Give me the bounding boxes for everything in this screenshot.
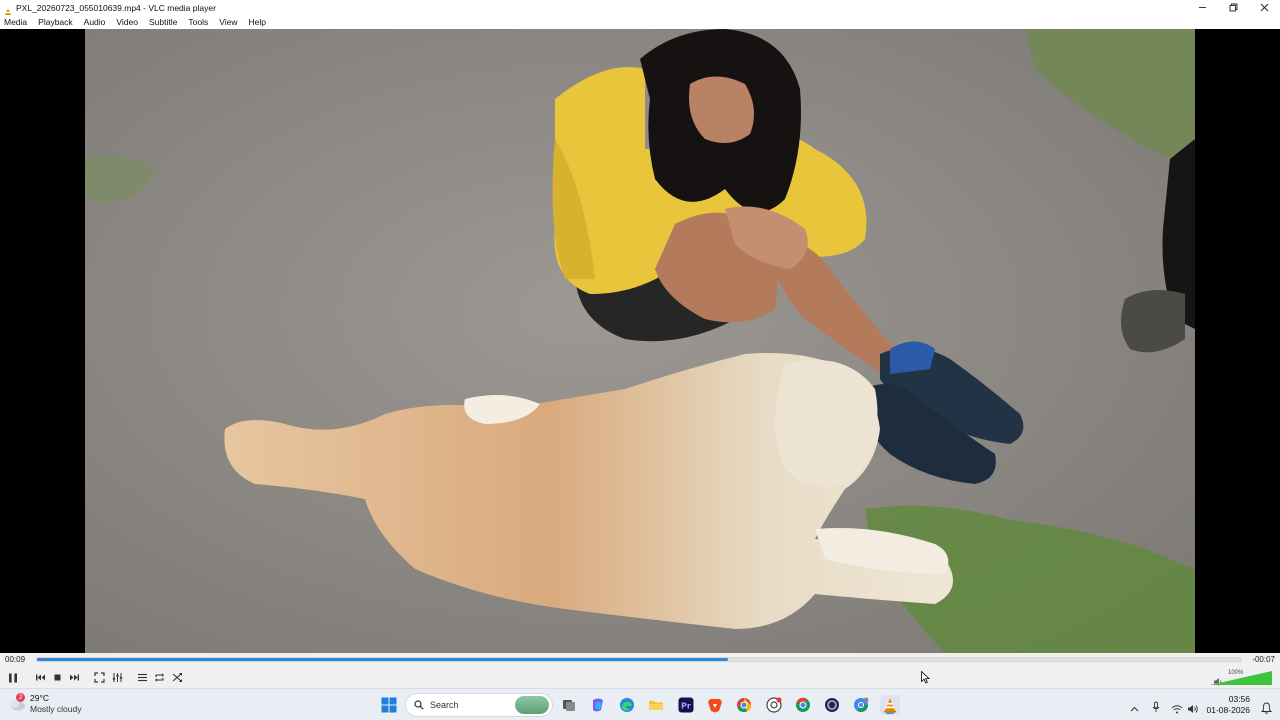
premiere-pro-icon: Pr — [678, 697, 694, 713]
edge-icon — [620, 698, 634, 712]
playlist-button[interactable] — [135, 670, 150, 685]
minimize-button[interactable] — [1187, 0, 1218, 15]
notification-bell-icon[interactable] — [1260, 699, 1273, 718]
microphone-icon[interactable] — [1151, 698, 1161, 717]
menu-video[interactable]: Video — [115, 17, 139, 27]
clock-time: 03:56 — [1228, 694, 1250, 704]
fullscreen-icon — [94, 672, 105, 683]
video-output[interactable] — [0, 29, 1280, 653]
menu-audio[interactable]: Audio — [83, 17, 107, 27]
speaker-icon[interactable] — [1187, 699, 1199, 718]
task-view-icon — [563, 700, 575, 711]
active-app-indicator — [886, 712, 894, 714]
search-placeholder: Search — [430, 700, 459, 710]
search-icon — [414, 700, 424, 710]
weather-temperature: 29°C — [30, 693, 49, 703]
menu-bar: Media Playback Audio Video Subtitle Tool… — [0, 15, 1280, 29]
brave-button[interactable] — [705, 695, 725, 715]
taskbar-search-box[interactable]: Search — [405, 693, 553, 717]
time-elapsed: 00:09 — [5, 655, 26, 664]
playback-controls — [0, 667, 1280, 688]
shuffle-button[interactable] — [170, 670, 185, 685]
loop-button[interactable] — [152, 670, 167, 685]
menu-playback[interactable]: Playback — [37, 17, 74, 27]
stop-icon — [54, 674, 61, 681]
vlc-cone-icon — [3, 3, 13, 18]
weather-widget[interactable]: 2 29°C Mostly cloudy — [8, 693, 82, 715]
shuffle-icon — [172, 673, 182, 682]
seek-progress-fill — [37, 658, 729, 661]
windows-taskbar: 2 29°C Mostly cloudy Search Pr 03:56 01-… — [0, 688, 1280, 720]
chrome-dev-button[interactable] — [851, 695, 871, 715]
windows-logo-icon — [381, 697, 397, 713]
pause-button[interactable] — [5, 670, 20, 685]
previous-button[interactable] — [33, 670, 48, 685]
brave-lion-icon — [708, 699, 722, 713]
chrome-icon — [737, 698, 751, 713]
playlist-icon — [138, 673, 147, 682]
video-frame[interactable] — [85, 29, 1195, 653]
menu-view[interactable]: View — [218, 17, 238, 27]
extended-settings-button[interactable] — [110, 670, 125, 685]
chrome-alt-button[interactable] — [793, 695, 813, 715]
obs-icon — [825, 698, 839, 712]
close-button[interactable] — [1249, 0, 1280, 15]
restore-button[interactable] — [1218, 0, 1249, 15]
chrome-button[interactable] — [734, 695, 754, 715]
time-remaining[interactable]: -00:07 — [1252, 655, 1275, 664]
folder-icon — [649, 701, 663, 710]
skip-next-icon — [70, 674, 79, 681]
next-button[interactable] — [67, 670, 82, 685]
chrome-alt-icon — [796, 697, 810, 712]
skip-previous-icon — [36, 674, 45, 681]
copilot-button[interactable] — [588, 695, 608, 715]
equalizer-sliders-icon — [112, 673, 123, 682]
pause-icon — [8, 673, 17, 682]
video-still-image — [85, 29, 1195, 653]
seek-slider[interactable] — [36, 657, 1242, 662]
wifi-icon[interactable] — [1171, 699, 1183, 718]
system-clock[interactable]: 03:56 01-08-2026 — [1207, 694, 1250, 716]
menu-tools[interactable]: Tools — [187, 17, 209, 27]
menu-media[interactable]: Media — [3, 17, 28, 27]
stop-button[interactable] — [50, 670, 65, 685]
title-bar: PXL_20260723_055010639.mp4 - VLC media p… — [0, 0, 1280, 18]
task-view-button[interactable] — [559, 695, 579, 715]
volume-percent: 100% — [1228, 670, 1244, 676]
obs-button[interactable] — [822, 695, 842, 715]
fullscreen-button[interactable] — [92, 670, 107, 685]
menu-help[interactable]: Help — [247, 17, 266, 27]
chrome-profile-button[interactable] — [764, 695, 784, 715]
edge-button[interactable] — [617, 695, 637, 715]
weather-condition: Mostly cloudy — [30, 704, 82, 714]
chrome-dev-icon — [854, 697, 869, 712]
chrome-profile-icon — [766, 697, 782, 713]
vlc-cone-icon — [884, 698, 896, 713]
clock-date: 01-08-2026 — [1206, 705, 1250, 715]
start-button[interactable] — [379, 695, 399, 715]
vlc-taskbar-button[interactable] — [880, 695, 900, 715]
svg-text:Pr: Pr — [681, 702, 691, 711]
cloudy-weather-icon: 2 — [8, 693, 26, 713]
window-title: PXL_20260723_055010639.mp4 - VLC media p… — [16, 2, 216, 13]
search-highlight-image — [515, 696, 549, 714]
copilot-icon — [593, 698, 603, 712]
seek-bar-row: 00:09 -00:07 — [0, 653, 1280, 667]
mouse-cursor-icon — [921, 669, 931, 688]
loop-icon — [155, 673, 164, 682]
menu-subtitle[interactable]: Subtitle — [148, 17, 178, 27]
weather-badge: 2 — [16, 693, 25, 702]
premiere-pro-button[interactable]: Pr — [676, 695, 696, 715]
file-explorer-button[interactable] — [646, 695, 666, 715]
show-hidden-icons-chevron[interactable] — [1130, 699, 1139, 718]
